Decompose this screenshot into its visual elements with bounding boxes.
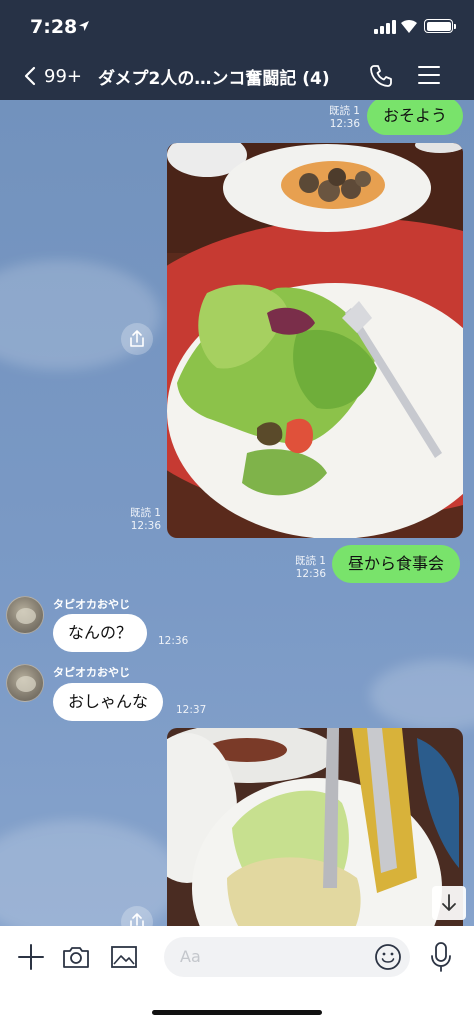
plus-icon[interactable] xyxy=(16,942,46,972)
read-receipt: 既読 1 xyxy=(294,555,326,567)
sender-name: タピオカおやじ xyxy=(53,666,130,679)
smiley-icon[interactable] xyxy=(374,943,402,971)
share-icon[interactable] xyxy=(121,906,153,926)
image-icon[interactable] xyxy=(109,942,139,972)
read-receipt: 既読 1 xyxy=(328,105,360,117)
incoming-message-bubble[interactable]: おしゃんな xyxy=(53,683,164,721)
message-meta: 既読 1 12:36 xyxy=(119,507,161,533)
photo-message-cabbage[interactable] xyxy=(167,728,463,926)
wifi-icon xyxy=(400,18,418,34)
sender-name: タピオカおやじ xyxy=(53,598,130,611)
cellular-signal-icon xyxy=(374,20,396,34)
chat-title[interactable]: ダメプ2人の…ンコ奮闘記 (4) xyxy=(98,64,348,89)
chat-area[interactable]: 既読 1 12:36 おそよう 既読 1 12:36 既読 1 12:36 昼か… xyxy=(0,100,474,926)
scroll-to-bottom-button[interactable] xyxy=(432,886,466,920)
read-receipt: 既読 1 xyxy=(129,507,161,519)
photo-message-salad[interactable] xyxy=(167,143,463,538)
message-input-placeholder: Aa xyxy=(180,947,201,966)
top-bar: 7:28 99+ ダメプ2人の…ンコ奮闘記 (4) xyxy=(0,0,474,100)
incoming-message-bubble[interactable]: なんの？ xyxy=(53,614,148,652)
camera-icon[interactable] xyxy=(61,942,91,972)
location-arrow-icon xyxy=(78,20,90,35)
microphone-icon[interactable] xyxy=(430,941,452,973)
message-input-bar: Aa xyxy=(0,926,474,1024)
status-bar: 7:28 xyxy=(0,0,474,52)
hamburger-menu-icon[interactable] xyxy=(418,66,440,86)
status-time: 7:28 xyxy=(30,16,78,38)
avatar[interactable] xyxy=(6,664,44,702)
share-icon[interactable] xyxy=(121,323,153,355)
home-indicator xyxy=(152,1010,322,1015)
chat-header: 99+ ダメプ2人の…ンコ奮闘記 (4) xyxy=(0,52,474,100)
message-meta: 既読 1 12:36 xyxy=(318,105,360,131)
chevron-left-icon xyxy=(24,66,36,86)
outgoing-message-bubble[interactable]: おそよう xyxy=(367,100,464,135)
arrow-down-icon xyxy=(442,894,456,911)
avatar[interactable] xyxy=(6,596,44,634)
message-time: 12:37 xyxy=(176,704,207,716)
salad-photo-image xyxy=(167,143,463,538)
message-time: 12:36 xyxy=(329,118,360,130)
back-button[interactable]: 99+ xyxy=(24,62,94,90)
battery-icon xyxy=(424,19,456,33)
message-time: 12:36 xyxy=(295,568,326,580)
message-time: 12:36 xyxy=(130,520,161,532)
unread-count: 99+ xyxy=(44,65,82,87)
outgoing-message-bubble[interactable]: 昼から食事会 xyxy=(332,545,461,583)
phone-icon[interactable] xyxy=(368,63,394,89)
cabbage-photo-image xyxy=(167,728,463,926)
message-time: 12:36 xyxy=(158,635,189,647)
message-meta: 既読 1 12:36 xyxy=(284,555,326,581)
